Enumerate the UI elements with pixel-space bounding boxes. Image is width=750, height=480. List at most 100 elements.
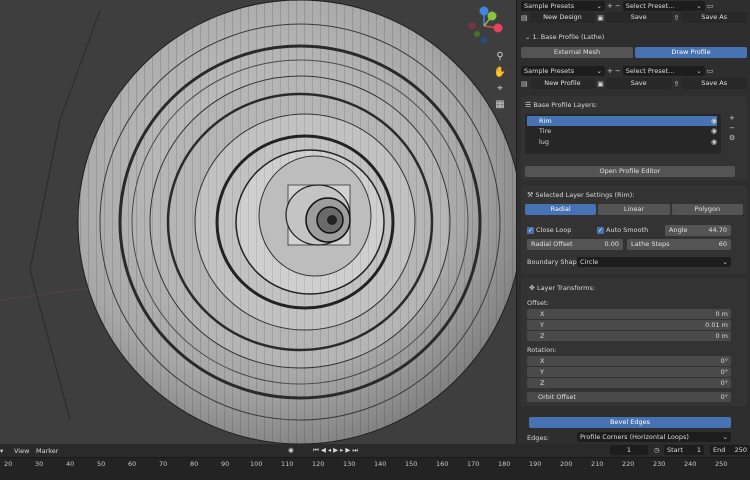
frame-tick: 60 [128, 460, 137, 468]
rotation-x-field[interactable]: X 0° [527, 356, 731, 366]
layer-item-lug[interactable]: lug [527, 137, 717, 147]
save-as-button-top[interactable]: Save As [681, 12, 747, 23]
frame-tick: 170 [467, 460, 480, 468]
layer-item-tire[interactable]: Tire [527, 126, 717, 136]
offset-y-field[interactable]: Y 0.01 m [527, 320, 731, 330]
rotation-y-field[interactable]: Y 0° [527, 367, 731, 377]
edges-dropdown[interactable]: Profile Corners (Horizontal Loops) ⌄ [577, 432, 731, 442]
new-icon: ▤ [521, 13, 528, 22]
frame-tick: 140 [374, 460, 387, 468]
preset-actions-top: ▤ New Design ▣ Save ⇪ Save As [521, 12, 747, 23]
profile-source-tabs: External Mesh Draw Profile [521, 47, 747, 58]
select-preset-dropdown-profile[interactable]: Select Preset... ⌄ [622, 65, 705, 76]
gizmo-x-axis [493, 23, 503, 33]
frame-tick: 190 [529, 460, 542, 468]
pan-hand-icon[interactable]: ✋ [492, 64, 508, 80]
rotation-z-field[interactable]: Z 0° [527, 378, 731, 388]
list-icon: ☰ [525, 101, 532, 109]
3d-viewport[interactable]: ⚲ ✋ ⌖ ▦ [0, 0, 516, 444]
close-loop-checkbox[interactable]: ✓ Close Loop [527, 226, 571, 234]
navigation-gizmo[interactable] [464, 4, 504, 44]
new-profile-button[interactable]: New Profile [529, 78, 596, 89]
boundary-shape-dropdown[interactable]: Circle ⌄ [577, 257, 731, 267]
mode-tabs: Radial Linear Polygon [525, 204, 743, 215]
timeline-menu-dot[interactable]: ▾ [0, 447, 3, 455]
frame-tick: 220 [622, 460, 635, 468]
preset-row-top: Sample Presets ⌄ + − Select Preset... ⌄ ▭ [521, 0, 747, 11]
camera-icon[interactable]: ⌖ [492, 80, 508, 96]
edges-label: Edges: [527, 434, 549, 442]
radial-offset-field[interactable]: Radial Offset 0.00 [527, 239, 623, 250]
add-layer-icon[interactable]: + [729, 114, 735, 122]
tab-linear[interactable]: Linear [598, 204, 670, 215]
frame-tick: 20 [4, 460, 13, 468]
rotation-label: Rotation: [527, 346, 557, 354]
offset-z-field[interactable]: Z0 m [527, 331, 731, 341]
save-icon: ▣ [597, 79, 604, 88]
preset-row-profile: Sample Presets ⌄ + − Select Preset... ⌄ ▭ [521, 65, 747, 76]
remove-profile-preset-icon[interactable]: − [615, 67, 621, 75]
lathe-steps-field[interactable]: Lathe Steps 60 [627, 239, 731, 250]
base-profile-header[interactable]: ⌄ 1. Base Profile (Lathe) [525, 33, 604, 41]
visibility-eye-icon[interactable]: ◉ [711, 117, 717, 125]
add-profile-preset-icon[interactable]: + [607, 67, 613, 75]
zoom-icon[interactable]: ⚲ [492, 48, 508, 64]
selected-layer-header: ⚒ Selected Layer Settings (Rim): [527, 191, 635, 199]
tab-external-mesh[interactable]: External Mesh [521, 47, 633, 58]
offset-x-field[interactable]: X0 m [527, 309, 731, 319]
properties-sidebar: Sample Presets ⌄ + − Select Preset... ⌄ ▭ … [516, 0, 750, 444]
layers-header: ☰ Base Profile Layers: [525, 101, 598, 109]
frame-tick: 40 [66, 460, 75, 468]
auto-smooth-checkbox[interactable]: ✓ Auto Smooth [597, 226, 648, 234]
add-preset-icon[interactable]: + [607, 2, 613, 10]
save-button-top[interactable]: Save [605, 12, 672, 23]
boundary-shape-label: Boundary Shape: [527, 258, 583, 266]
layer-transforms-header: ✥ Layer Transforms: [529, 284, 596, 292]
playback-controls[interactable]: ⏮◀◂▶▸▶⏭ [313, 446, 360, 455]
remove-layer-icon[interactable]: − [729, 124, 735, 132]
wrench-icon: ⚒ [527, 191, 534, 199]
tab-polygon[interactable]: Polygon [671, 204, 743, 215]
bevel-edges-button[interactable]: Bevel Edges [529, 417, 731, 428]
frame-tick: 160 [436, 460, 449, 468]
clock-icon: ◷ [654, 446, 660, 454]
transform-icon: ✥ [529, 284, 535, 292]
end-frame-field[interactable]: End 250 [710, 445, 750, 455]
frame-tick: 210 [591, 460, 604, 468]
folder-icon[interactable]: ▭ [707, 2, 714, 10]
save-as-button-profile[interactable]: Save As [681, 78, 747, 89]
preset-dropdown-top[interactable]: Sample Presets ⌄ [521, 0, 605, 11]
visibility-eye-icon[interactable]: ◉ [711, 127, 717, 135]
save-button-profile[interactable]: Save [605, 78, 672, 89]
preset-actions-profile: ▤ New Profile ▣ Save ⇪ Save As [521, 78, 747, 89]
gizmo-z-axis [479, 6, 489, 16]
current-frame-field[interactable]: 1 [610, 445, 648, 455]
tab-radial[interactable]: Radial [525, 204, 597, 215]
layer-settings-icon[interactable]: ⚙ [729, 134, 735, 142]
grid-view-icon[interactable]: ▦ [492, 96, 508, 112]
export-icon: ⇪ [673, 13, 680, 22]
frame-tick: 180 [498, 460, 511, 468]
start-frame-field[interactable]: Start 1 [664, 445, 704, 455]
record-icon[interactable]: ◉ [288, 446, 294, 454]
visibility-eye-icon[interactable]: ◉ [711, 138, 717, 146]
orbit-offset-field[interactable]: Orbit Offset 0° [527, 392, 731, 402]
frame-tick: 70 [159, 460, 168, 468]
timeline-editor[interactable]: ▾ View Marker ◉ ⏮◀◂▶▸▶⏭ 1 ◷ Start 1 End 25… [0, 444, 750, 480]
new-design-button[interactable]: New Design [529, 12, 596, 23]
frame-tick: 100 [250, 460, 263, 468]
menu-marker[interactable]: Marker [36, 447, 58, 455]
select-preset-dropdown-top[interactable]: Select Preset... ⌄ [622, 0, 705, 11]
tire-mesh-render [0, 0, 516, 444]
frame-tick: 130 [343, 460, 356, 468]
remove-preset-icon[interactable]: − [615, 2, 621, 10]
preset-dropdown-profile[interactable]: Sample Presets ⌄ [521, 65, 605, 76]
open-profile-editor-button[interactable]: Open Profile Editor [525, 166, 735, 177]
menu-view[interactable]: View [14, 447, 29, 455]
layer-item-rim[interactable]: Rim [527, 116, 717, 126]
folder-icon[interactable]: ▭ [707, 67, 714, 75]
new-icon: ▤ [521, 79, 528, 88]
tab-draw-profile[interactable]: Draw Profile [635, 47, 747, 58]
angle-field[interactable]: Angle 44.70 [665, 225, 731, 236]
frame-tick: 30 [35, 460, 44, 468]
